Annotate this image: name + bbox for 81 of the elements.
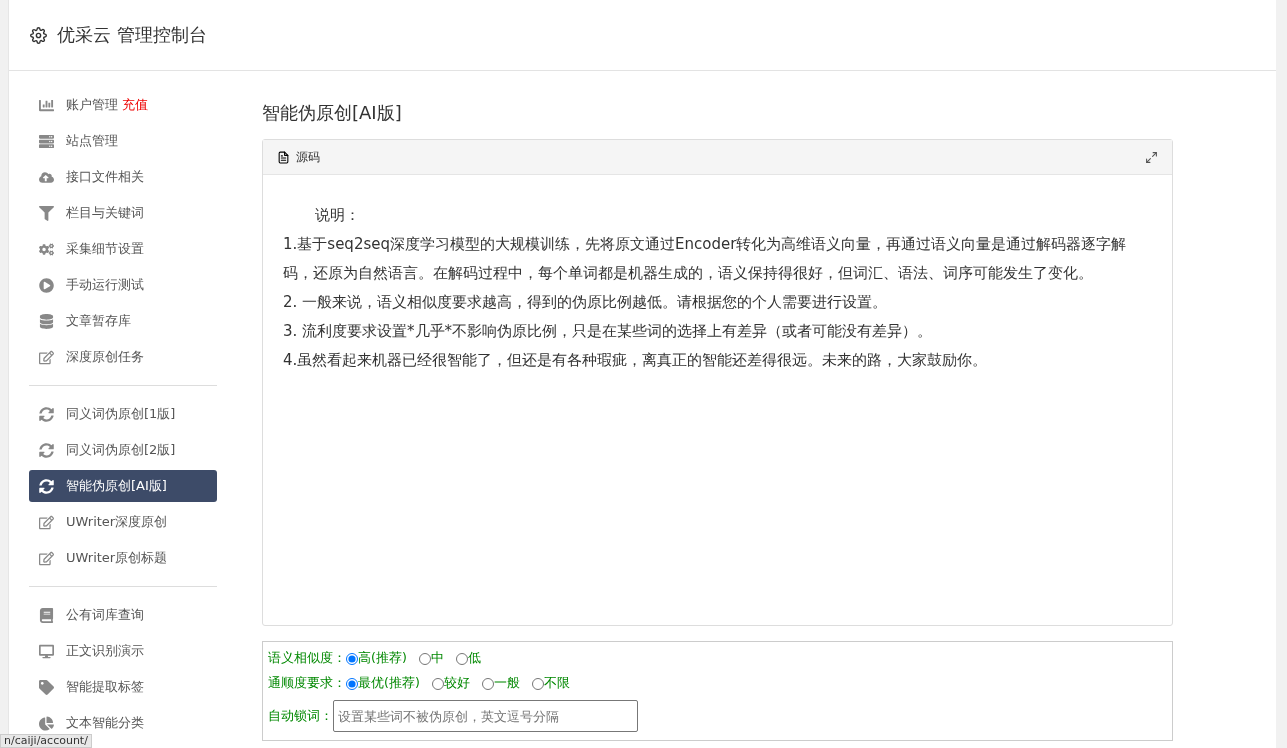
fullscreen-icon[interactable] [1145, 150, 1158, 164]
refresh-icon [39, 442, 54, 458]
sidebar-label: 文章暂存库 [66, 312, 131, 330]
radio-button[interactable] [481, 677, 494, 690]
sidebar-item[interactable]: 手动运行测试 [29, 269, 217, 301]
recharge-link[interactable]: 充值 [122, 96, 148, 114]
radio-button[interactable] [431, 677, 444, 690]
sidebar-label: 智能提取标签 [66, 678, 144, 696]
sidebar-label: 深度原创任务 [66, 348, 144, 366]
source-button[interactable]: 源码 [296, 148, 320, 166]
editor-paragraph: 3. 流利度要求设置*几乎*不影响伪原比例，只是在某些词的选择上有差异（或者可能没有差异）。 [283, 321, 934, 342]
sidebar-item[interactable]: 正文识别演示 [29, 635, 217, 667]
sidebar-label: 采集细节设置 [66, 240, 144, 258]
tag-icon [39, 679, 54, 695]
sidebar-label: UWriter原创标题 [66, 549, 168, 567]
sidebar-item[interactable]: 深度原创任务 [29, 341, 217, 373]
sidebar-label: 公有词库查询 [66, 606, 144, 624]
edit-icon [39, 514, 54, 530]
field-label: 通顺度要求： [268, 675, 346, 692]
sidebar-item[interactable]: 公有词库查询 [29, 599, 217, 631]
editor-paragraph: 4.虽然看起来机器已经很智能了，但还是有各种瑕疵，离真正的智能还差得很远。未来的路，大家鼓励你。 [283, 350, 989, 371]
bar-chart-icon [39, 97, 54, 113]
radio-label: 一般 [493, 675, 520, 692]
sidebar-item[interactable]: 栏目与关键词 [29, 197, 217, 229]
cloud-upload-icon [39, 169, 54, 185]
field-label: 语义相似度： [268, 650, 346, 667]
editor-paragraph: 说明： [314, 205, 361, 226]
radio-button[interactable] [455, 652, 468, 665]
page-title: 智能伪原创[AI版] [262, 101, 403, 125]
sidebar-item[interactable]: UWriter原创标题 [29, 542, 217, 574]
settings-icon [30, 26, 47, 44]
play-icon [39, 277, 54, 293]
sidebar-item[interactable]: 智能伪原创[AI版] [29, 470, 217, 502]
file-code-icon[interactable] [277, 150, 290, 164]
radio-button[interactable] [531, 677, 544, 690]
sidebar-item[interactable]: 同义词伪原创[1版] [29, 398, 217, 430]
sidebar-item[interactable]: 采集细节设置 [29, 233, 217, 265]
radio-button[interactable] [346, 677, 358, 690]
sidebar-item[interactable]: 文章暂存库 [29, 305, 217, 337]
radio-button[interactable] [418, 652, 431, 665]
gears-icon [39, 241, 54, 257]
pie-chart-icon [39, 715, 54, 731]
sidebar-label: 同义词伪原创[1版] [66, 405, 176, 423]
sidebar-label: 账户管理 [66, 96, 118, 114]
radio-label: 不限 [543, 675, 570, 692]
refresh-icon [39, 478, 54, 494]
refresh-icon [39, 406, 54, 422]
edit-icon [39, 349, 54, 365]
sidebar-label: 接口文件相关 [66, 168, 144, 186]
server-icon [39, 133, 54, 149]
radio-label: 较好 [443, 675, 470, 692]
radio-label: 低 [467, 650, 481, 667]
monitor-icon [39, 643, 54, 659]
radio-label: 高(推荐) [358, 650, 407, 667]
status-url: n/caiji/account/ [0, 734, 92, 748]
sidebar-label: 智能伪原创[AI版] [66, 477, 167, 495]
sidebar-label: 文本智能分类 [66, 714, 144, 732]
radio-label: 中 [430, 650, 444, 667]
sidebar-item[interactable]: 智能提取标签 [29, 671, 217, 703]
sidebar-item[interactable]: 接口文件相关 [29, 161, 217, 193]
sidebar-item[interactable]: 同义词伪原创[2版] [29, 434, 217, 466]
sidebar-item[interactable]: 站点管理 [29, 125, 217, 157]
sidebar-label: 栏目与关键词 [66, 204, 144, 222]
database-icon [39, 313, 54, 329]
sidebar-label: 同义词伪原创[2版] [66, 441, 176, 459]
lock-words-field[interactable]: 设置某些词不被伪原创，英文逗号分隔 [333, 700, 638, 732]
sidebar-label: UWriter深度原创 [66, 513, 168, 531]
editor-paragraph: 1.基于seq2seq深度学习模型的大规模训练，先将原文通过Encoder转化为高维语义向量，再通过语义向量是通过解码器逐字解码，还原为自然语言。在解码过程中，每个单词都是机器生成的，语义保持得很好，但词汇、语法、词序可能发生了变化。 [283, 234, 1128, 284]
radio-label: 最优(推荐) [358, 675, 420, 692]
sidebar-item[interactable]: 账户管理 充值 [29, 89, 217, 121]
sidebar-label: 正文识别演示 [66, 642, 144, 660]
app-title: 优采云 管理控制台 [57, 23, 207, 47]
sidebar-label: 站点管理 [66, 132, 118, 150]
field-label: 自动锁词： [268, 707, 333, 725]
edit-icon [39, 550, 54, 566]
sidebar-item[interactable]: UWriter深度原创 [29, 506, 217, 538]
book-icon [39, 607, 54, 623]
sidebar-label: 手动运行测试 [66, 276, 144, 294]
editor-paragraph: 2. 一般来说，语义相似度要求越高，得到的伪原比例越低。请根据您的个人需要进行设置。 [283, 292, 889, 313]
filter-icon [39, 205, 54, 221]
radio-button[interactable] [346, 652, 358, 665]
